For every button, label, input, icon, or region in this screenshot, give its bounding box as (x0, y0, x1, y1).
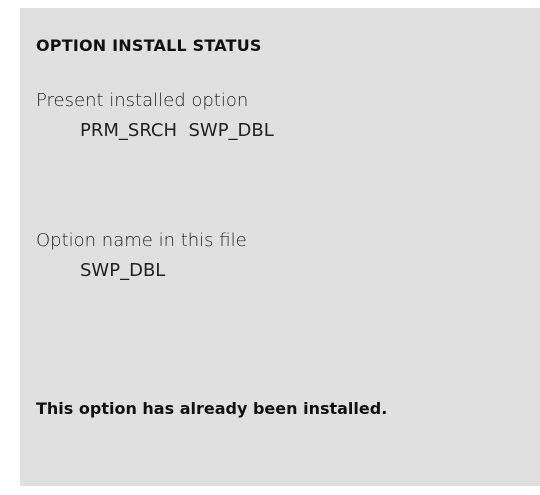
present-option-value: PRM_SRCH SWP_DBL (80, 120, 274, 141)
file-option-value: SWP_DBL (80, 260, 166, 281)
present-option-label: Present installed option (36, 90, 249, 111)
file-option-label: Option name in this file (36, 230, 247, 251)
status-message: This option has already been installed. (36, 399, 388, 418)
panel-title: OPTION INSTALL STATUS (36, 36, 262, 55)
option-install-status-panel: OPTION INSTALL STATUS Present installed … (20, 8, 540, 486)
